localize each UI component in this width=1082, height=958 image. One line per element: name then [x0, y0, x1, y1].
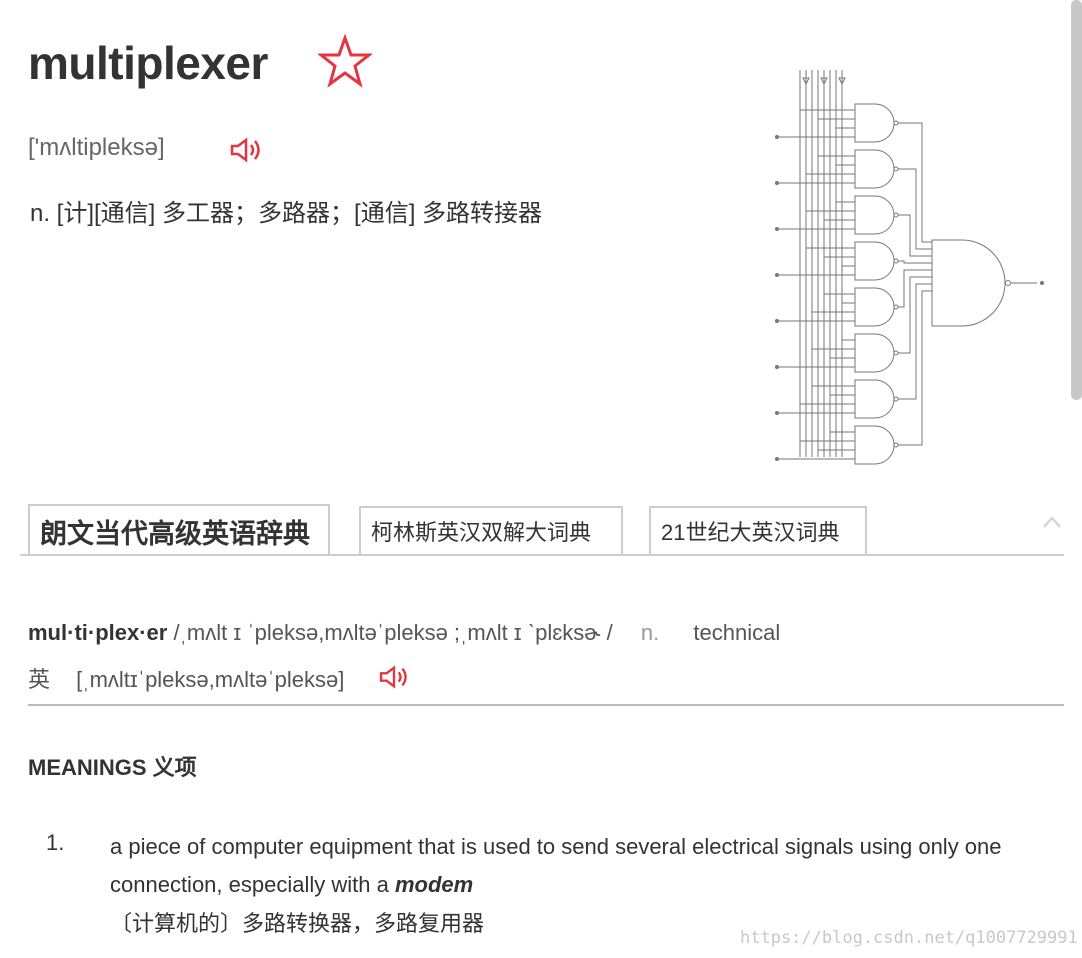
- input-terminal: [775, 135, 779, 139]
- input-terminal: [775, 227, 779, 231]
- nand-gate: [854, 103, 895, 143]
- tab-longman[interactable]: 朗文当代高级英语辞典: [28, 504, 330, 556]
- sense-definition: a piece of computer equipment that is us…: [110, 828, 1030, 904]
- part-of-speech: n.: [640, 620, 660, 645]
- uk-pronunciation: 英 [ˌmʌltɪˈpleksə,mʌltəˈpleksə]: [28, 662, 344, 694]
- divider: [28, 704, 1064, 706]
- sense-text: a piece of computer equipment that is us…: [110, 834, 1002, 897]
- nand-gate: [854, 241, 895, 281]
- input-terminal: [775, 365, 779, 369]
- multiplexer-circuit-diagram: [775, 70, 1044, 465]
- syllables: mul·ti·plex·er: [28, 620, 168, 645]
- tab-divider: [20, 554, 1064, 556]
- speaker-icon[interactable]: [377, 664, 411, 690]
- phonetic: ['mʌltipleksə]: [28, 134, 165, 161]
- input-terminal: [775, 181, 779, 185]
- tab-label: 21世纪大英汉词典: [661, 520, 840, 545]
- uk-label: 英: [28, 667, 51, 692]
- pronunciation: /ˌmʌlt ɪ ˈpleksə,mʌltəˈpleksə ;ˌmʌlt ɪ ˋ…: [173, 620, 613, 645]
- input-terminal: [775, 319, 779, 323]
- chevron-up-icon[interactable]: [1040, 512, 1064, 532]
- circuit-wire: [898, 260, 932, 264]
- gate-bubble: [893, 396, 899, 402]
- circuit-wire: [898, 269, 932, 308]
- nand-gate: [854, 333, 895, 373]
- nand-gate: [854, 195, 895, 235]
- tab-collins[interactable]: 柯林斯英汉双解大词典: [359, 506, 623, 554]
- sense-number: 1.: [46, 830, 65, 855]
- nand-gate: [854, 425, 895, 465]
- circuit-wire: [898, 168, 932, 250]
- cross-reference-link[interactable]: modem: [395, 872, 473, 897]
- headword: multiplexer: [28, 37, 268, 89]
- gate-bubble: [893, 350, 899, 356]
- circuit-wire: [898, 283, 932, 400]
- gate-bubble: [893, 166, 899, 172]
- nand-gate: [854, 379, 895, 419]
- nand-gate: [854, 149, 895, 189]
- input-terminal: [775, 273, 779, 277]
- gate-bubble: [893, 442, 899, 448]
- tab-label: 柯林斯英汉双解大词典: [371, 520, 592, 545]
- sense-translation: 〔计算机的〕多路转换器，多路复用器: [110, 911, 485, 936]
- nand-gate: [854, 287, 895, 327]
- circuit-wire: [898, 290, 932, 446]
- circuit-wire: [898, 214, 932, 257]
- register: technical: [693, 620, 781, 645]
- gate-bubble: [893, 304, 899, 310]
- tab-label: 朗文当代高级英语辞典: [40, 518, 310, 549]
- definition: n. [计][通信] 多工器；多路器；[通信] 多路转接器: [30, 200, 543, 227]
- star-outline-icon[interactable]: [318, 34, 372, 88]
- circuit-wire: [898, 276, 932, 354]
- gate-bubble: [893, 212, 899, 218]
- tab-21st-century[interactable]: 21世纪大英汉词典: [649, 506, 867, 554]
- entry-headline: mul·ti·plex·er /ˌmʌlt ɪ ˈpleksə,mʌltəˈpl…: [28, 620, 780, 646]
- input-terminal: [775, 411, 779, 415]
- gate-bubble: [893, 120, 899, 126]
- watermark: https://blog.csdn.net/q1007729991: [740, 928, 1078, 948]
- meanings-heading: MEANINGS 义项: [28, 755, 197, 780]
- scrollbar[interactable]: [1071, 0, 1082, 400]
- circuit-wire: [898, 122, 932, 243]
- uk-phonetic: [ˌmʌltɪˈpleksə,mʌltəˈpleksə]: [76, 667, 345, 692]
- input-terminal: [775, 457, 779, 461]
- output-gate: [931, 239, 1006, 327]
- speaker-icon[interactable]: [229, 136, 263, 164]
- output-terminal: [1040, 281, 1044, 285]
- gate-bubble: [1005, 280, 1011, 286]
- gate-bubble: [893, 258, 899, 264]
